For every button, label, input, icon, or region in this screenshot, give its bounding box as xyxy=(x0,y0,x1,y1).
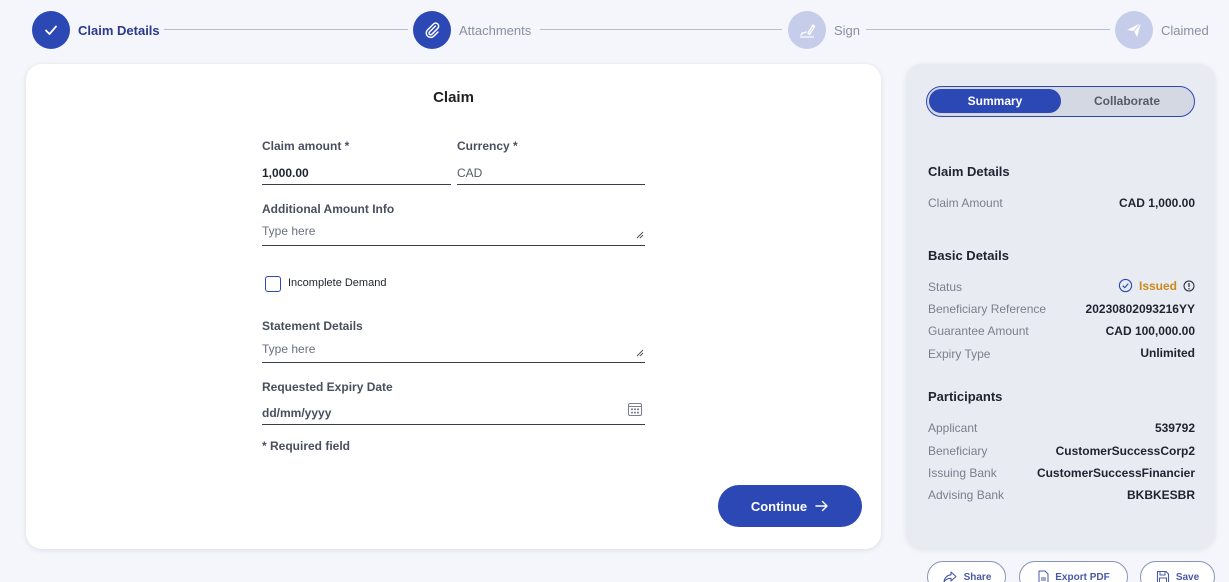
additional-info-textarea[interactable]: Type here xyxy=(262,224,315,238)
pdf-file-icon xyxy=(1038,570,1049,582)
incomplete-demand-label: Incomplete Demand xyxy=(288,277,387,289)
stepper-connector xyxy=(164,29,408,30)
claim-details-title: Claim Details xyxy=(928,164,1010,179)
expiry-type-label: Expiry Type xyxy=(928,347,991,361)
claim-amount-label: Claim amount * xyxy=(262,139,350,153)
applicant-value: 539792 xyxy=(1154,421,1195,435)
beneficiary-value: CustomerSuccessCorp2 xyxy=(1055,444,1195,458)
tab-summary[interactable]: Summary xyxy=(929,89,1061,113)
save-button[interactable]: Save xyxy=(1140,561,1215,582)
step-label: Claimed xyxy=(1161,22,1209,38)
arrow-right-icon xyxy=(815,500,828,512)
progress-stepper: Claim Details Attachments Sign Claimed xyxy=(0,0,1229,60)
paperclip-icon xyxy=(413,11,451,49)
beneficiary-reference-value: 20230802093216YY xyxy=(1085,302,1195,316)
check-circle-icon xyxy=(1118,278,1133,293)
participants-title: Participants xyxy=(928,389,1003,404)
checkmark-icon xyxy=(32,11,70,49)
step-sign[interactable]: Sign xyxy=(788,11,860,49)
claim-form-card: Claim Claim amount * 1,000.00 Currency *… xyxy=(26,64,881,549)
additional-info-underline xyxy=(262,245,645,246)
signature-icon xyxy=(788,11,826,49)
resize-handle-icon[interactable] xyxy=(636,349,644,357)
statement-label: Statement Details xyxy=(262,319,363,333)
step-label: Sign xyxy=(834,22,861,38)
issuing-bank-value: CustomerSuccessFinancier xyxy=(1036,466,1195,480)
save-disk-icon xyxy=(1156,570,1169,582)
claim-amount-underline xyxy=(262,184,451,185)
share-icon xyxy=(943,571,957,582)
stepper-connector xyxy=(540,29,782,30)
continue-button[interactable]: Continue xyxy=(718,485,862,527)
status-value: Issued xyxy=(1138,278,1177,293)
continue-label: Continue xyxy=(750,498,808,514)
summary-collaborate-toggle: Summary Collaborate xyxy=(926,86,1195,117)
beneficiary-reference-label: Beneficiary Reference xyxy=(928,302,1047,316)
claim-amount-label: Claim Amount xyxy=(928,196,1003,210)
form-title: Claim xyxy=(433,89,474,106)
claim-amount-input[interactable]: 1,000.00 xyxy=(262,166,309,180)
step-claim-details[interactable]: Claim Details xyxy=(32,11,160,49)
claim-amount-value: CAD 1,000.00 xyxy=(1118,196,1195,210)
currency-label: Currency * xyxy=(457,139,518,153)
share-label: Share xyxy=(963,571,992,582)
basic-details-title: Basic Details xyxy=(928,248,1009,263)
share-button[interactable]: Share xyxy=(927,561,1006,582)
currency-underline xyxy=(457,184,645,185)
tab-collaborate[interactable]: Collaborate xyxy=(1061,89,1193,113)
export-pdf-button[interactable]: Export PDF xyxy=(1019,561,1128,582)
advising-bank-value: BKBKESBR xyxy=(1126,488,1195,502)
statement-textarea[interactable]: Type here xyxy=(262,342,315,356)
summary-panel: Summary Collaborate Claim Details Claim … xyxy=(906,64,1215,549)
beneficiary-label: Beneficiary xyxy=(928,444,988,458)
expiry-date-label: Requested Expiry Date xyxy=(262,380,393,394)
issuing-bank-label: Issuing Bank xyxy=(928,466,997,480)
send-icon xyxy=(1115,11,1153,49)
expiry-date-input[interactable]: dd/mm/yyyy xyxy=(262,406,331,420)
incomplete-demand-checkbox[interactable] xyxy=(265,276,281,292)
save-label: Save xyxy=(1175,571,1200,582)
status-badge: Issued xyxy=(1118,278,1195,293)
applicant-label: Applicant xyxy=(928,421,978,435)
expiry-date-underline xyxy=(262,424,645,425)
resize-handle-icon[interactable] xyxy=(636,231,644,239)
calendar-icon[interactable] xyxy=(627,401,643,417)
stepper-connector xyxy=(866,29,1110,30)
status-label: Status xyxy=(928,280,963,294)
additional-info-label: Additional Amount Info xyxy=(262,202,395,216)
currency-select[interactable]: CAD xyxy=(457,166,482,180)
export-pdf-label: Export PDF xyxy=(1055,571,1110,582)
step-attachments[interactable]: Attachments xyxy=(413,11,531,49)
statement-underline xyxy=(262,362,645,363)
advising-bank-label: Advising Bank xyxy=(928,488,1005,502)
guarantee-amount-value: CAD 100,000.00 xyxy=(1105,324,1195,338)
step-claimed[interactable]: Claimed xyxy=(1115,11,1209,49)
step-label: Attachments xyxy=(459,22,532,38)
step-label: Claim Details xyxy=(78,22,160,38)
expiry-type-value: Unlimited xyxy=(1140,346,1195,360)
required-field-note: * Required field xyxy=(262,439,351,453)
info-icon[interactable] xyxy=(1183,280,1195,292)
guarantee-amount-label: Guarantee Amount xyxy=(928,324,1029,338)
